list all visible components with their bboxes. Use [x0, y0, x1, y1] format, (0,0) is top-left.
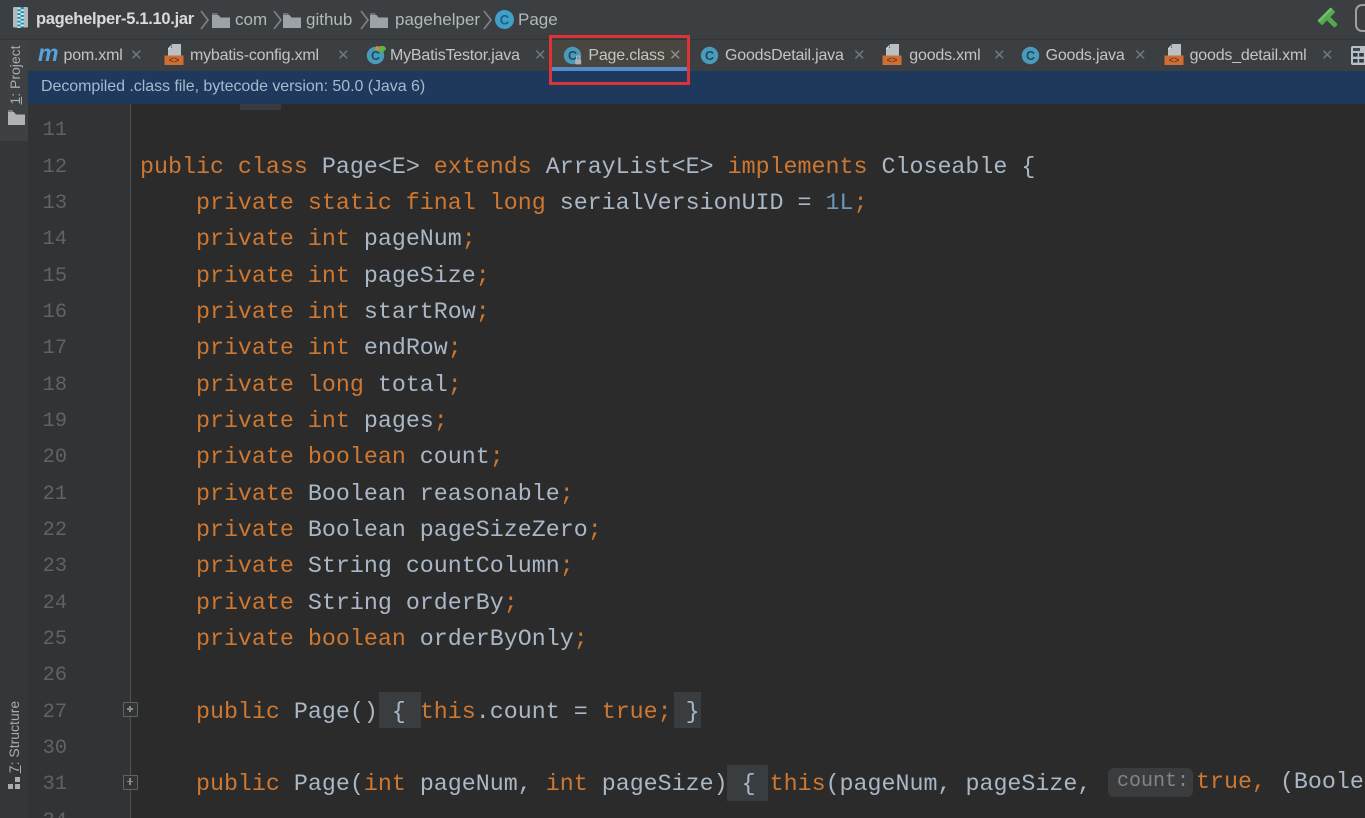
svg-text:C: C [371, 49, 380, 63]
svg-text:<>: <> [169, 56, 180, 65]
svg-text:<>: <> [1169, 56, 1180, 65]
svg-text:<>: <> [887, 56, 898, 65]
svg-text:C: C [705, 49, 714, 63]
svg-text:C: C [500, 12, 510, 27]
svg-text:C: C [1026, 49, 1035, 63]
